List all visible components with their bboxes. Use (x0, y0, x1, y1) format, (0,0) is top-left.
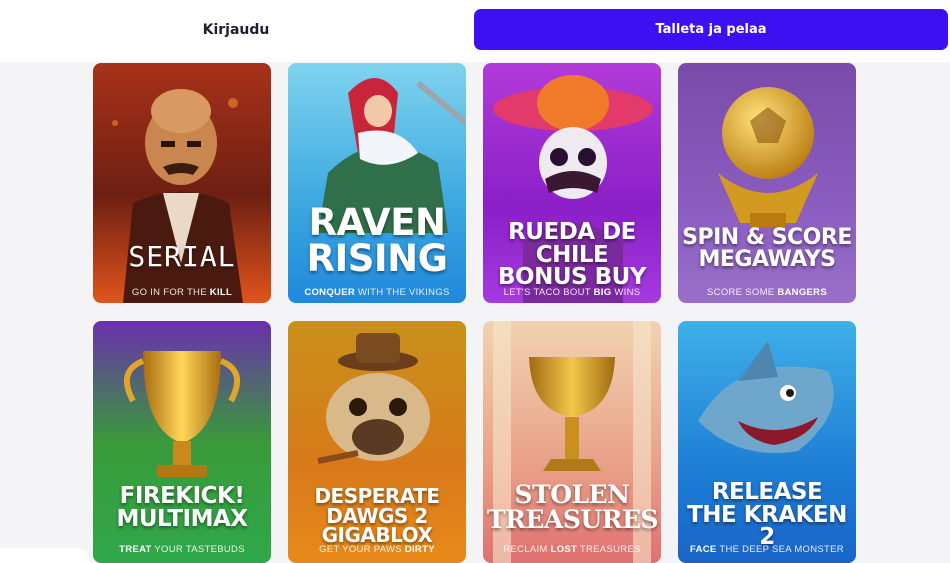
game-card-release-the-kraken[interactable]: RELEASE THE KRAKEN 2 FACE THE DEEP SEA MO… (678, 321, 856, 563)
game-card-spin-and-score[interactable]: SPIN & SCORE MEGAWAYS SCORE SOME BANGERS (678, 63, 856, 303)
game-title: RAVEN RISING (306, 201, 448, 281)
game-tagline: SCORE SOME BANGERS (707, 287, 827, 298)
bottom-panel-edge (0, 548, 90, 563)
game-card-rueda-de-chile[interactable]: RUEDA DE CHILE BONUS BUY LET'S TACO BOUT … (483, 63, 661, 303)
game-title: DESPERATE DAWGS 2 GIGABLOX (314, 484, 440, 548)
game-grid: SERIAL GO IN FOR THE KILL RAVEN RISING CO… (93, 63, 857, 563)
game-card-raven-rising[interactable]: RAVEN RISING CONQUER WITH THE VIKINGS (288, 63, 466, 303)
game-tagline: FACE THE DEEP SEA MONSTER (690, 544, 844, 555)
game-tagline: GET YOUR PAWS DIRTY (319, 544, 435, 555)
game-title: SERIAL (128, 240, 236, 273)
game-title: SPIN & SCORE MEGAWAYS (682, 225, 852, 272)
game-card-firekick[interactable]: FIREKICK! MULTIMAX TREAT YOUR TASTEBUDS (93, 321, 271, 563)
login-button[interactable]: Kirjaudu (0, 9, 472, 50)
game-title: RELEASE THE KRAKEN 2 (687, 479, 847, 551)
game-card-desperate-dawgs[interactable]: DESPERATE DAWGS 2 GIGABLOX GET YOUR PAWS … (288, 321, 466, 563)
game-card-serial[interactable]: SERIAL GO IN FOR THE KILL (93, 63, 271, 303)
game-title: FIREKICK! MULTIMAX (116, 483, 248, 532)
top-bar: Kirjaudu Talleta ja pelaa (0, 0, 950, 62)
game-tagline: LET'S TACO BOUT BIG WINS (503, 287, 641, 298)
game-tagline: TREAT YOUR TASTEBUDS (119, 544, 245, 555)
game-tagline: CONQUER WITH THE VIKINGS (304, 287, 450, 298)
game-tagline: RECLAIM LOST TREASURES (503, 544, 641, 555)
game-card-stolen-treasures[interactable]: STOLEN TREASURES RECLAIM LOST TREASURES (483, 321, 661, 563)
deposit-and-play-button[interactable]: Talleta ja pelaa (474, 9, 948, 50)
game-title: STOLEN TREASURES (487, 480, 659, 534)
game-title: RUEDA DE CHILE BONUS BUY (498, 219, 646, 291)
game-tagline: GO IN FOR THE KILL (131, 287, 233, 298)
